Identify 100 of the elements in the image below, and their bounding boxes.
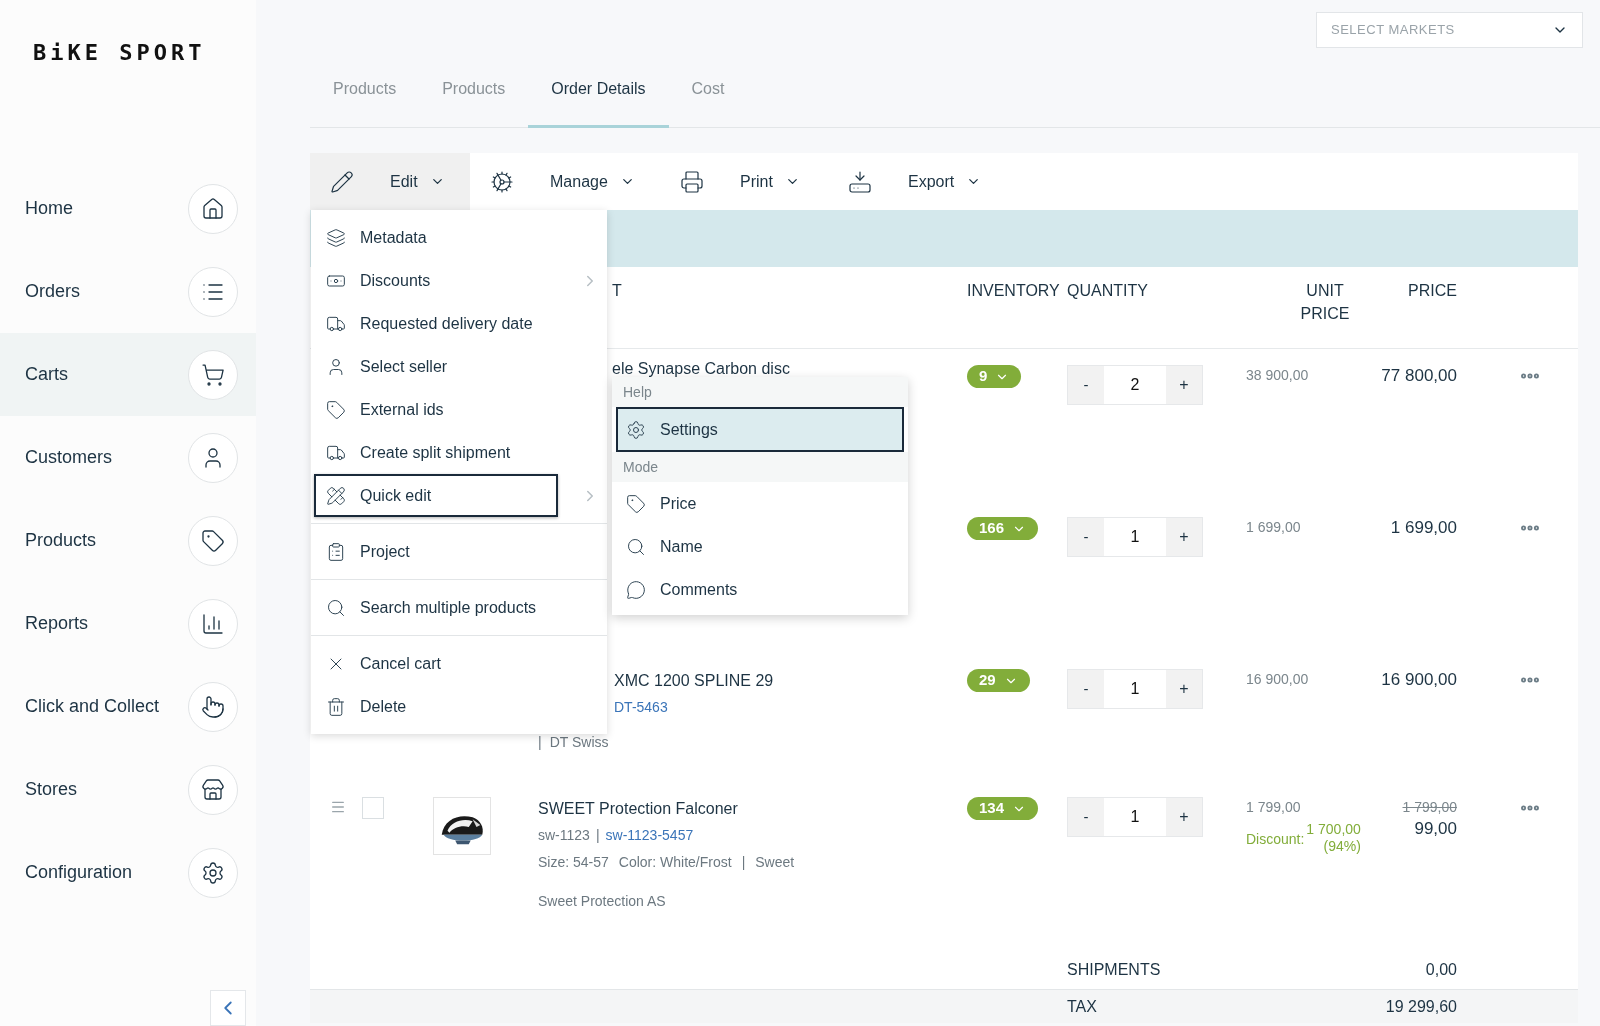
discount-amount: 1 700,00 bbox=[1306, 821, 1361, 838]
menu-item[interactable]: Metadata bbox=[314, 216, 574, 259]
checkbox[interactable] bbox=[362, 797, 384, 819]
sku-link[interactable]: DT-5463 bbox=[614, 697, 668, 718]
decrement-button[interactable]: - bbox=[1068, 366, 1104, 404]
line-price: 16 900,00 bbox=[1381, 669, 1457, 691]
increment-button[interactable]: + bbox=[1166, 366, 1202, 404]
gears-icon bbox=[490, 169, 514, 194]
color-text: Color: White/Frost bbox=[618, 853, 732, 872]
decrement-button[interactable]: - bbox=[1068, 518, 1104, 556]
product-name: SWEET Protection Falconer bbox=[538, 799, 739, 819]
menu-item[interactable]: Delete bbox=[314, 685, 574, 728]
menu-item[interactable]: Search multiple products bbox=[314, 586, 574, 629]
nav-item[interactable]: Reports bbox=[0, 582, 256, 665]
total-value: 0,00 bbox=[1424, 960, 1457, 980]
menu-item[interactable]: External ids bbox=[314, 388, 574, 431]
nav-item[interactable]: Carts bbox=[0, 333, 256, 416]
supplier-text: Sweet Protection AS bbox=[538, 892, 667, 911]
total-label: TAX bbox=[1067, 996, 1098, 1017]
section-label: Mode bbox=[612, 452, 908, 482]
line-price: 99,00 bbox=[1414, 818, 1457, 840]
decrement-button[interactable]: - bbox=[1068, 670, 1104, 708]
nav-item[interactable]: Products bbox=[0, 499, 256, 582]
quantity-field[interactable]: 2 bbox=[1104, 366, 1166, 404]
settings-icon bbox=[626, 419, 646, 440]
tag-icon bbox=[626, 493, 646, 514]
hand-pointer-icon bbox=[188, 681, 238, 732]
menu-item[interactable]: Requested delivery date bbox=[314, 302, 574, 345]
nav-item[interactable]: Click and Collect bbox=[0, 665, 256, 748]
menu-item[interactable]: Project bbox=[314, 530, 574, 573]
cart-icon bbox=[188, 349, 238, 400]
discount-percent: (94%) bbox=[1323, 838, 1361, 855]
tag-icon bbox=[326, 399, 346, 420]
toolbar-button[interactable]: Edit bbox=[310, 153, 470, 210]
decrement-button[interactable]: - bbox=[1068, 798, 1104, 836]
settings-icon bbox=[188, 847, 238, 898]
size-text: Size: 54-57 bbox=[538, 853, 609, 872]
menu-item[interactable]: Select seller bbox=[314, 345, 574, 388]
menu-item[interactable]: Quick edit bbox=[314, 474, 558, 517]
menu-item[interactable]: Create split shipment bbox=[314, 431, 574, 474]
increment-button[interactable]: + bbox=[1166, 518, 1202, 556]
store-icon bbox=[188, 764, 238, 815]
separator-text: | bbox=[538, 733, 542, 752]
nav-item[interactable]: Home bbox=[0, 167, 256, 250]
column-header: QUANTITY bbox=[1067, 282, 1148, 299]
nav-item[interactable]: Orders bbox=[0, 250, 256, 333]
user-icon bbox=[188, 432, 238, 483]
menu-item[interactable]: Cancel cart bbox=[314, 642, 574, 685]
tab[interactable]: Order Details bbox=[528, 70, 669, 128]
trash-icon bbox=[326, 696, 346, 717]
drag-handle-icon[interactable] bbox=[330, 799, 346, 815]
line-price: 1 699,00 bbox=[1390, 517, 1457, 539]
discount-label: Discount: bbox=[1246, 830, 1305, 849]
collapse-button[interactable] bbox=[210, 990, 246, 1026]
menu-item[interactable]: Name bbox=[616, 525, 904, 568]
increment-button[interactable]: + bbox=[1166, 798, 1202, 836]
speech-bubble-icon bbox=[626, 579, 646, 600]
total-value: 19 299,60 bbox=[1384, 996, 1457, 1017]
section-label: Help bbox=[612, 377, 908, 407]
search-icon bbox=[326, 597, 346, 618]
quantity-field[interactable]: 1 bbox=[1104, 798, 1166, 836]
brand-text: Sweet bbox=[755, 853, 795, 872]
home-icon bbox=[188, 183, 238, 234]
quantity-field[interactable]: 1 bbox=[1104, 670, 1166, 708]
bar-chart-icon bbox=[188, 598, 238, 649]
unit-price: 1 699,00 bbox=[1246, 518, 1302, 537]
total-label: SHIPMENTS bbox=[1067, 960, 1162, 980]
product-name: XMC 1200 SPLINE 29 bbox=[614, 671, 775, 691]
export-icon bbox=[848, 169, 872, 194]
unit-price: 38 900,00 bbox=[1246, 366, 1310, 385]
separator-text: | bbox=[595, 826, 600, 845]
nav-item[interactable]: Stores bbox=[0, 748, 256, 831]
sku-text: sw-1123 bbox=[538, 826, 590, 845]
column-header: INVENTORY bbox=[967, 282, 1060, 299]
nav-item[interactable]: Customers bbox=[0, 416, 256, 499]
column-header: PRICE bbox=[1408, 281, 1457, 301]
quantity-field[interactable]: 1 bbox=[1104, 518, 1166, 556]
layers-icon bbox=[326, 227, 346, 248]
logo: BiKE SPORT bbox=[33, 39, 207, 67]
menu-item[interactable]: Price bbox=[616, 482, 904, 525]
pencil-ruler-icon bbox=[326, 485, 346, 506]
line-price: 77 800,00 bbox=[1381, 365, 1457, 387]
pencil-icon bbox=[330, 169, 354, 194]
original-price: 1 799,00 bbox=[1402, 798, 1457, 817]
sku-link[interactable]: sw-1123-5457 bbox=[605, 825, 694, 846]
column-header: UNIT PRICE bbox=[1300, 281, 1350, 324]
unit-price: 16 900,00 bbox=[1246, 670, 1310, 689]
menu-item[interactable]: Comments bbox=[616, 568, 904, 611]
separator-text: | bbox=[741, 853, 746, 872]
menu-item[interactable]: Discounts bbox=[314, 259, 574, 302]
increment-button[interactable]: + bbox=[1166, 670, 1202, 708]
product-name: ele Synapse Carbon disc bbox=[612, 359, 791, 379]
clipboard-icon bbox=[326, 541, 346, 562]
printer-icon bbox=[680, 169, 704, 194]
tag-icon bbox=[188, 515, 238, 566]
menu-item[interactable]: Settings bbox=[616, 407, 904, 452]
nav-item[interactable]: Configuration bbox=[0, 831, 256, 914]
unit-price: 1 799,00 bbox=[1246, 798, 1302, 817]
list-icon bbox=[188, 266, 238, 317]
search-icon bbox=[626, 536, 646, 557]
